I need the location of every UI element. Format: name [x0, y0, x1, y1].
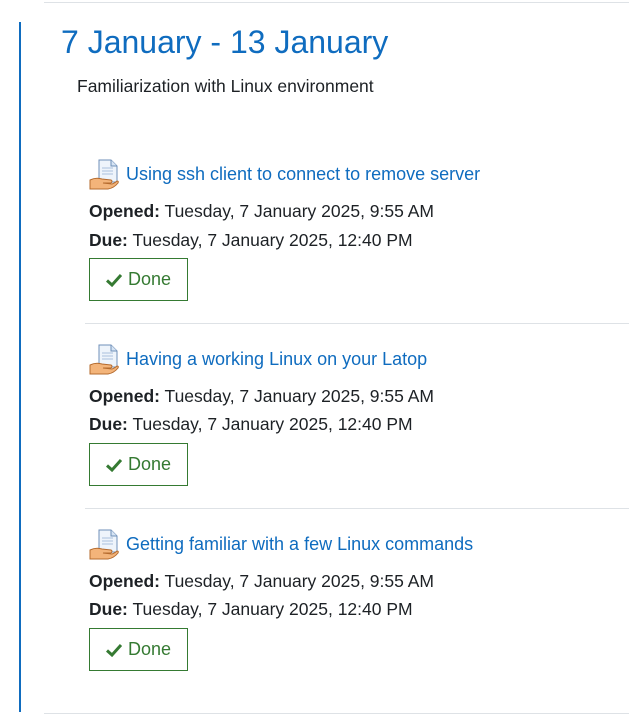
activity-item: Getting familiar with a few Linux comman…	[85, 508, 629, 694]
opened-value: Tuesday, 7 January 2025, 9:55 AM	[164, 571, 435, 591]
activity-link[interactable]: Getting familiar with a few Linux comman…	[126, 534, 473, 555]
activity-item: Using ssh client to connect to remove se…	[85, 157, 629, 342]
due-date: Due: Tuesday, 7 January 2025, 12:40 PM	[89, 229, 413, 251]
course-page: 7 January - 13 January Familiarization w…	[0, 0, 629, 715]
activity-header: Having a working Linux on your Latop	[89, 342, 427, 376]
assignment-icon	[89, 529, 119, 560]
due-date: Due: Tuesday, 7 January 2025, 12:40 PM	[89, 413, 413, 435]
activity-item: Having a working Linux on your Latop Ope…	[85, 323, 629, 509]
check-icon	[105, 643, 122, 657]
due-value: Tuesday, 7 January 2025, 12:40 PM	[132, 414, 413, 434]
due-value: Tuesday, 7 January 2025, 12:40 PM	[132, 599, 413, 619]
opened-value: Tuesday, 7 January 2025, 9:55 AM	[164, 386, 435, 406]
due-label: Due:	[89, 599, 128, 619]
activity-header: Using ssh client to connect to remove se…	[89, 157, 480, 191]
completion-done-button[interactable]: Done	[89, 628, 188, 671]
check-icon	[105, 458, 122, 472]
opened-label: Opened:	[89, 201, 160, 221]
activity-header: Getting familiar with a few Linux comman…	[89, 527, 473, 561]
due-label: Due:	[89, 414, 128, 434]
section-highlight-bar	[19, 22, 21, 712]
done-label: Done	[127, 639, 172, 659]
done-label: Done	[127, 454, 172, 474]
completion-done-button[interactable]: Done	[89, 443, 188, 486]
due-date: Due: Tuesday, 7 January 2025, 12:40 PM	[89, 598, 413, 620]
opened-label: Opened:	[89, 386, 160, 406]
activity-link[interactable]: Using ssh client to connect to remove se…	[126, 164, 480, 185]
opened-date: Opened: Tuesday, 7 January 2025, 9:55 AM	[89, 570, 434, 592]
opened-value: Tuesday, 7 January 2025, 9:55 AM	[164, 201, 435, 221]
check-icon	[105, 273, 122, 287]
activity-link[interactable]: Having a working Linux on your Latop	[126, 349, 427, 370]
section-title[interactable]: 7 January - 13 January	[61, 22, 388, 62]
opened-date: Opened: Tuesday, 7 January 2025, 9:55 AM	[89, 200, 434, 222]
done-label: Done	[127, 269, 172, 289]
opened-label: Opened:	[89, 571, 160, 591]
assignment-icon	[89, 344, 119, 375]
assignment-icon	[89, 159, 119, 190]
section-top-divider	[44, 2, 629, 3]
opened-date: Opened: Tuesday, 7 January 2025, 9:55 AM	[89, 385, 434, 407]
due-label: Due:	[89, 230, 128, 250]
due-value: Tuesday, 7 January 2025, 12:40 PM	[132, 230, 413, 250]
section-bottom-divider	[44, 713, 629, 714]
section-summary: Familiarization with Linux environment	[77, 76, 374, 96]
completion-done-button[interactable]: Done	[89, 258, 188, 301]
